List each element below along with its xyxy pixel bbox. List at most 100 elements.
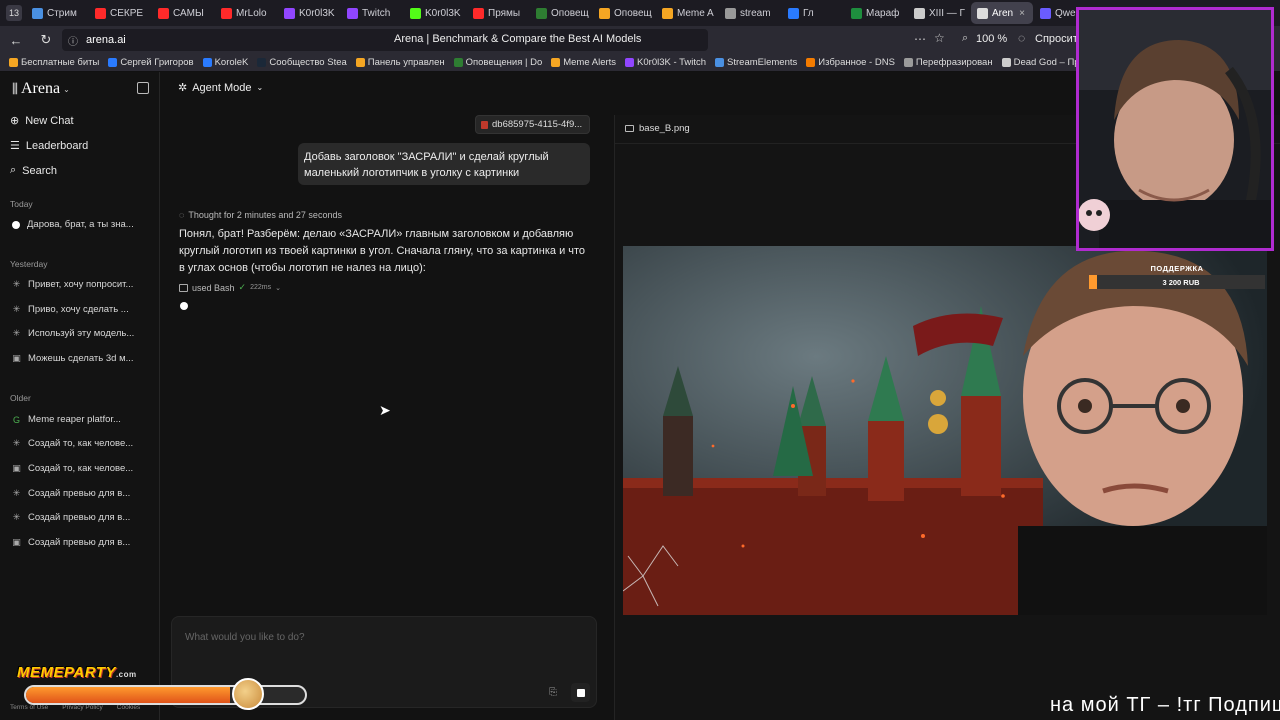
browser-tab[interactable]: Meme A — [656, 2, 718, 24]
bookmark-item[interactable]: Оповещения | Do — [453, 57, 542, 68]
browser-tab[interactable]: stream — [719, 2, 781, 24]
memeparty-suffix: .com — [115, 670, 137, 679]
history-item-label: Приво, хочу сделать ... — [28, 304, 129, 315]
bookmark-favicon-icon — [806, 58, 816, 67]
google-icon: G — [12, 414, 20, 425]
browser-tab[interactable]: Оповещ — [593, 2, 655, 24]
lightbulb-icon: ◌ — [179, 210, 185, 220]
history-item[interactable]: ✳ Создай превью для в... — [12, 512, 152, 523]
chevron-down-icon: ⌄ — [275, 284, 281, 292]
browser-tab[interactable]: XIII — Г — [908, 2, 970, 24]
reload-icon[interactable]: ↻ — [34, 32, 58, 48]
close-tab-icon[interactable]: × — [1019, 8, 1025, 19]
bookmark-item[interactable]: Dead God – Про — [1001, 57, 1085, 68]
browser-tab[interactable]: Стрим — [26, 2, 88, 24]
list-icon: ☰ — [10, 140, 20, 152]
history-item[interactable]: ▣ Создай то, как челове... — [12, 463, 152, 474]
browser-tab[interactable]: Прямы — [467, 2, 529, 24]
tab-favicon-icon — [725, 7, 736, 19]
preview-illustration — [623, 246, 1267, 615]
sparkle-icon: ✳ — [12, 488, 21, 498]
tool-call-label: used Bash — [192, 282, 235, 293]
doge-icon — [232, 678, 264, 710]
arena-logo[interactable]: ⫼ Arena ⌄ — [12, 80, 70, 98]
message-input[interactable]: What would you like to do? — [185, 632, 305, 643]
bookmark-item[interactable]: Сообщество Stea — [257, 57, 347, 68]
page-title: Arena | Benchmark & Compare the Best AI … — [394, 33, 642, 45]
bookmark-item[interactable]: Избранное - DNS — [806, 57, 895, 68]
file-chip[interactable]: db685975-4115-4f9... — [475, 115, 590, 134]
new-chat-button[interactable]: ⊕ New Chat — [10, 114, 74, 128]
bookmark-item[interactable]: Перефразирован — [903, 57, 993, 68]
site-info-icon[interactable]: ⓘ — [68, 33, 78, 48]
sidebar-footer: Terms of Use Privacy Policy Cookies — [10, 704, 140, 711]
history-item[interactable]: ✳ Привет, хочу попросит... — [12, 279, 152, 290]
cookies-link[interactable]: Cookies — [117, 704, 140, 711]
bookmark-icon[interactable]: ☆ — [934, 31, 945, 45]
file-tab[interactable]: base_B.png — [625, 123, 690, 134]
image-preview[interactable]: ПОДДЕРЖКА 3 200 RUB — [623, 246, 1267, 615]
history-item[interactable]: ✳ Создай превью для в... — [12, 488, 152, 499]
file-chip-label: db685975-4115-4f9... — [492, 119, 583, 130]
history-item[interactable]: ✳ Создай то, как челове... — [12, 438, 152, 449]
bookmark-item[interactable]: KoroleK — [202, 57, 248, 68]
tab-favicon-icon — [599, 7, 610, 19]
history-item[interactable]: G Meme reaper platfor... — [12, 414, 152, 425]
tab-favicon-icon — [536, 7, 547, 19]
tab-label: САМЫ — [173, 7, 204, 19]
browser-tab[interactable]: K0r0l3K — [278, 2, 340, 24]
image-icon: ▣ — [12, 537, 21, 547]
browser-tab[interactable]: MrLolo — [215, 2, 277, 24]
history-item-label: Создай превью для в... — [28, 512, 131, 523]
browser-tab[interactable]: Гл — [782, 2, 844, 24]
leaderboard-button[interactable]: ☰ Leaderboard — [10, 139, 88, 153]
browser-tab[interactable]: Мараф — [845, 2, 907, 24]
browser-tab[interactable]: K0r0l3K — [404, 2, 466, 24]
bookmark-item[interactable]: Панель управлен — [355, 57, 445, 68]
ask-button[interactable]: Спросит — [1035, 33, 1078, 45]
check-icon: ✓ — [238, 282, 247, 292]
browser-tab[interactable]: Aren × — [971, 2, 1033, 24]
more-icon[interactable]: ⋯ — [914, 32, 926, 46]
browser-tab[interactable]: САМЫ — [152, 2, 214, 24]
history-item[interactable]: ▣ Можешь сделать 3d м... — [12, 353, 152, 364]
browser-tab[interactable]: СЕКРЕ — [89, 2, 151, 24]
history-item[interactable]: ▣ Создай превью для в... — [12, 537, 152, 548]
agent-mode-selector[interactable]: ✲ Agent Mode ⌄ — [178, 81, 263, 95]
browser-tab[interactable]: Оповещ — [530, 2, 592, 24]
back-icon[interactable]: ← — [4, 33, 28, 48]
tool-call[interactable]: used Bash ✓ 222ms ⌄ — [179, 282, 281, 293]
stop-button[interactable] — [571, 683, 590, 702]
browser-tab[interactable]: Twitch — [341, 2, 403, 24]
terms-link[interactable]: Terms of Use — [10, 704, 48, 711]
privacy-link[interactable]: Privacy Policy — [62, 704, 102, 711]
donation-widget: ПОДДЕРЖКА 3 200 RUB — [1089, 264, 1265, 290]
bookmark-favicon-icon — [108, 58, 118, 67]
search-button[interactable]: ⌕ Search — [10, 164, 57, 177]
bookmark-label: Панель управлен — [367, 57, 445, 68]
agent-icon: ✲ — [178, 82, 188, 94]
webcam-overlay — [1076, 7, 1274, 251]
bookmark-item[interactable]: StreamElements — [715, 57, 797, 68]
thought-indicator[interactable]: ◌ Thought for 2 minutes and 27 seconds — [179, 210, 342, 220]
bookmark-item[interactable]: Meme Alerts — [551, 57, 616, 68]
tab-label: stream — [740, 7, 771, 19]
history-item[interactable]: ✳ Приво, хочу сделать ... — [12, 304, 152, 315]
tab-label: K0r0l3K — [425, 7, 461, 19]
bookmark-item[interactable]: Сергей Григоров — [108, 57, 194, 68]
sidebar: ⫼ Arena ⌄ ⊕ New Chat ☰ Leaderboard ⌕ Sea… — [0, 72, 160, 720]
bookmark-item[interactable]: Бесплатные биты — [9, 57, 99, 68]
collapse-sidebar-icon[interactable] — [137, 82, 149, 94]
zoom-level[interactable]: 100 % — [976, 33, 1007, 45]
history-item[interactable]: Дарова, брат, а ты зна... — [12, 219, 152, 230]
assistant-message: Понял, брат! Разберём: делаю «ЗАСРАЛИ» г… — [179, 228, 586, 274]
tab-label: Мараф — [866, 7, 900, 19]
tab-count-badge[interactable]: 13 — [6, 5, 22, 21]
bookmark-label: Dead God – Про — [1013, 57, 1085, 68]
url-text[interactable]: arena.ai — [86, 34, 126, 46]
bookmark-item[interactable]: K0r0l3K - Twitch — [625, 57, 706, 68]
attach-icon[interactable]: ⎘ — [549, 687, 557, 698]
bookmark-favicon-icon — [1001, 58, 1011, 67]
history-item[interactable]: ✳ Используй эту модель... — [12, 328, 152, 339]
bookmark-label: Бесплатные биты — [21, 57, 100, 68]
